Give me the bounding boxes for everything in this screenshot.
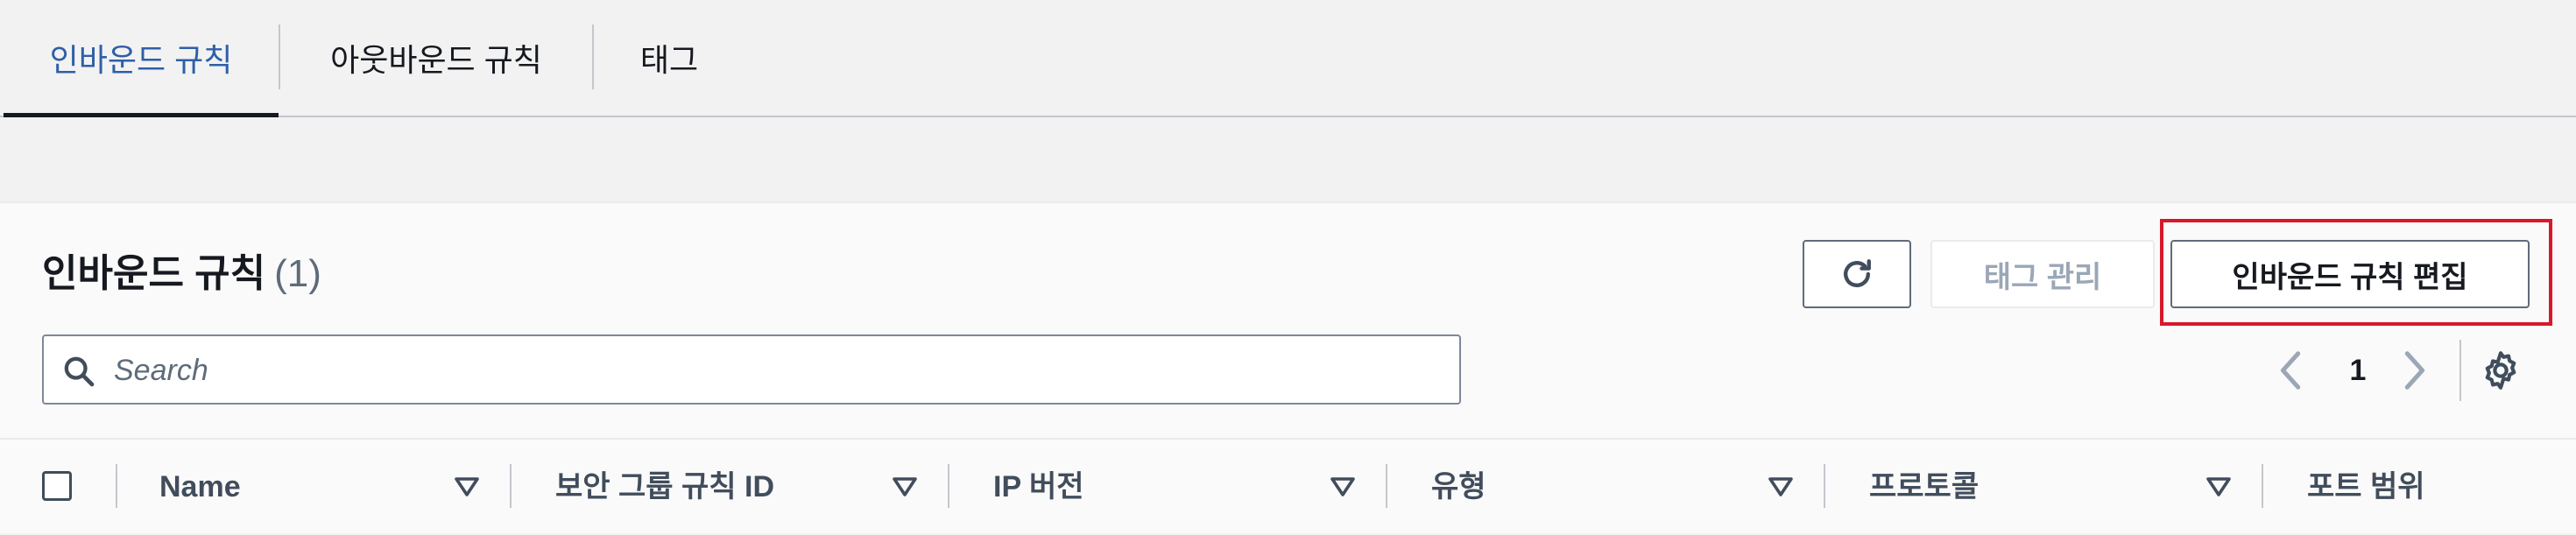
column-divider <box>2262 464 2263 508</box>
table-header: Name 보안 그룹 규칙 ID IP 버전 유형 프로토콜 포트 범위 <box>0 438 2576 535</box>
refresh-button[interactable] <box>1803 240 1911 308</box>
sort-icon[interactable] <box>1768 475 1794 499</box>
search-input[interactable] <box>112 336 1429 405</box>
column-header-protocol[interactable]: 프로토콜 <box>1869 462 1979 511</box>
panel-title: 인바운드 규칙 (1) <box>42 242 321 298</box>
column-divider <box>1824 464 1825 508</box>
previous-page-icon[interactable] <box>2274 348 2309 392</box>
column-divider <box>510 464 512 508</box>
column-divider <box>116 464 117 508</box>
tab-inbound-rules-label: 인바운드 규칙 <box>49 42 233 78</box>
edit-inbound-rules-label: 인바운드 규칙 편집 <box>2232 260 2468 294</box>
rule-count: (1) <box>274 252 321 295</box>
column-header-ip-version[interactable]: IP 버전 <box>993 462 1084 511</box>
search-box <box>42 334 1461 405</box>
column-header-type[interactable]: 유형 <box>1431 462 1486 511</box>
panel-title-text: 인바운드 규칙 <box>42 252 266 295</box>
column-divider <box>1386 464 1387 508</box>
inbound-rules-panel: 인바운드 규칙(1) 태그 관리 인바운드 규칙 편집 1 Name <box>0 201 2576 533</box>
tab-outbound-rules-label: 아웃바운드 규칙 <box>330 42 542 78</box>
select-all-checkbox[interactable] <box>42 471 72 501</box>
sort-icon[interactable] <box>1330 475 1356 499</box>
toolbar-divider <box>2460 340 2461 401</box>
column-divider <box>948 464 949 508</box>
tab-tags[interactable]: 태그 <box>594 0 745 116</box>
sort-icon[interactable] <box>2205 475 2232 499</box>
manage-tags-button[interactable]: 태그 관리 <box>1930 240 2155 308</box>
tab-bar: 인바운드 규칙 아웃바운드 규칙 태그 <box>0 0 2576 117</box>
tab-inbound-rules[interactable]: 인바운드 규칙 <box>4 0 279 117</box>
tab-outbound-rules[interactable]: 아웃바운드 규칙 <box>280 0 592 116</box>
tab-tags-label: 태그 <box>639 42 699 78</box>
column-header-rule-id[interactable]: 보안 그룹 규칙 ID <box>555 462 774 511</box>
column-header-name[interactable]: Name <box>159 462 241 511</box>
search-icon <box>64 356 95 387</box>
gear-icon[interactable] <box>2479 348 2523 392</box>
sort-icon[interactable] <box>892 475 918 499</box>
sort-icon[interactable] <box>454 475 480 499</box>
refresh-icon <box>1843 259 1871 288</box>
edit-inbound-rules-button[interactable]: 인바운드 규칙 편집 <box>2170 240 2530 308</box>
current-page-number[interactable]: 1 <box>2340 348 2375 392</box>
next-page-icon[interactable] <box>2396 348 2431 392</box>
manage-tags-label: 태그 관리 <box>1983 260 2102 294</box>
column-header-port-range[interactable]: 포트 범위 <box>2307 462 2425 511</box>
